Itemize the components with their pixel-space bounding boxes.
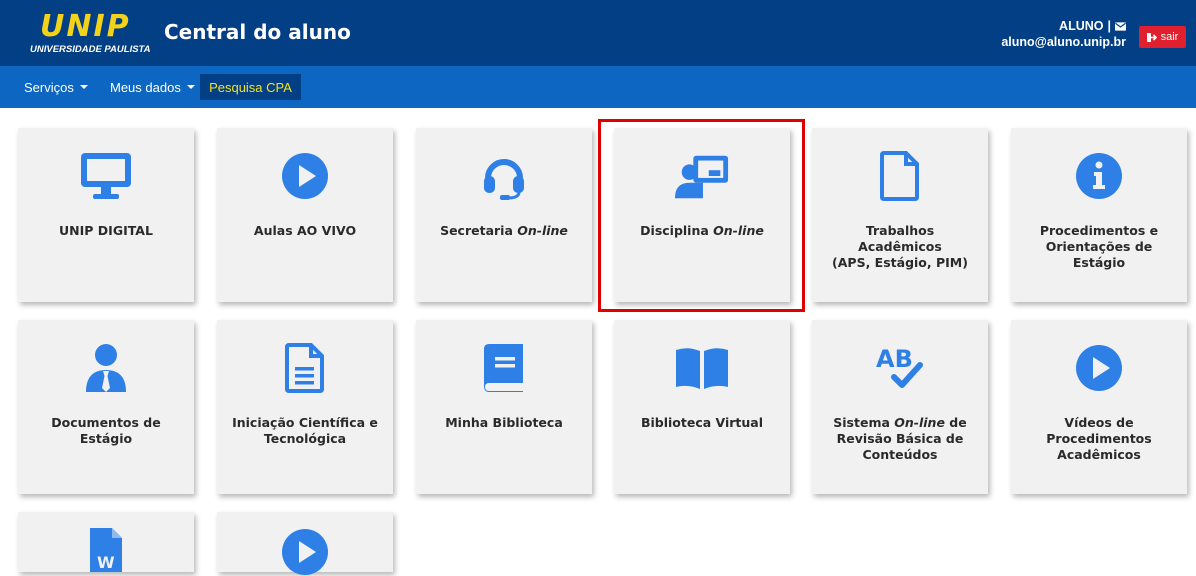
- label-line: Documentos de: [51, 415, 161, 430]
- tile-unip-digital[interactable]: UNIP DIGITAL: [18, 128, 194, 302]
- tile-label: Minha Biblioteca: [445, 415, 563, 430]
- info-icon: [1071, 148, 1127, 204]
- tile-label: Secretaria On-line: [424, 223, 584, 239]
- user-name: ALUNO: [1059, 19, 1104, 33]
- user-info: ALUNO | aluno@aluno.unip.br: [1001, 18, 1126, 50]
- headset-icon: [476, 148, 532, 204]
- tile-label: Biblioteca Virtual: [640, 415, 764, 430]
- tile-label: Vídeos de Procedimentos Acadêmicos: [1019, 415, 1179, 463]
- logout-label: sair: [1160, 31, 1179, 43]
- play-icon: [277, 528, 333, 575]
- tile-biblioteca-virtual[interactable]: Biblioteca Virtual: [614, 320, 790, 494]
- label-text: Sistema: [833, 415, 895, 430]
- tile-minha-biblioteca[interactable]: Minha Biblioteca: [416, 320, 592, 494]
- nav-servicos[interactable]: Serviços: [24, 66, 88, 108]
- tile-iniciacao-cientifica[interactable]: Iniciação Científica e Tecnológica: [217, 320, 393, 494]
- nav-item-label: Serviços: [24, 79, 74, 95]
- tile-documentos-estagio[interactable]: Documentos de Estágio: [18, 320, 194, 494]
- tile-label: Documentos de Estágio: [26, 415, 186, 447]
- svg-text:W: W: [97, 553, 115, 572]
- label-line: Iniciação Científica e: [232, 415, 378, 430]
- label-text: de: [944, 415, 967, 430]
- nav-item-label: Meus dados: [110, 79, 181, 95]
- tile-label: Sistema On-line de Revisão Básica de Con…: [820, 415, 980, 463]
- separator: |: [1107, 19, 1112, 33]
- label-line: Conteúdos: [862, 447, 938, 462]
- label-text: Disciplina: [640, 223, 714, 238]
- caret-down-icon: [186, 85, 195, 89]
- nav-pesquisa-cpa[interactable]: Pesquisa CPA: [200, 74, 301, 100]
- play-icon: [1071, 340, 1127, 396]
- label-line: Estágio: [1072, 255, 1126, 270]
- svg-text:AB: AB: [876, 345, 913, 373]
- top-header: UNIP UNIVERSIDADE PAULISTA Central do al…: [0, 0, 1196, 66]
- nav-item-label: Pesquisa CPA: [209, 79, 292, 95]
- sign-out-icon: [1146, 32, 1157, 42]
- tile-label: UNIP DIGITAL: [59, 223, 153, 238]
- nav-meus-dados[interactable]: Meus dados: [110, 66, 195, 108]
- tile-label: Aulas AO VIVO: [253, 223, 357, 238]
- tile-trabalhos-academicos[interactable]: Trabalhos Acadêmicos (APS, Estágio, PIM): [812, 128, 988, 302]
- logo-subtitle: UNIVERSIDADE PAULISTA: [30, 44, 151, 55]
- label-text: Secretaria: [440, 223, 518, 238]
- tile-label: Trabalhos Acadêmicos (APS, Estágio, PIM): [820, 223, 980, 271]
- user-email: aluno@aluno.unip.br: [1001, 35, 1126, 49]
- tile-disciplina-online[interactable]: Disciplina On-line: [614, 128, 790, 302]
- label-line: Procedimentos: [1046, 431, 1152, 446]
- book-icon: [476, 340, 532, 396]
- label-line: Vídeos de: [1064, 415, 1134, 430]
- envelope-icon[interactable]: [1115, 21, 1126, 31]
- teacher-board-icon: [674, 148, 730, 204]
- logout-button[interactable]: sair: [1139, 26, 1186, 48]
- tile-procedimentos-orientacoes[interactable]: Procedimentos e Orientações de Estágio: [1011, 128, 1187, 302]
- document-icon: [277, 340, 333, 396]
- label-line: Acadêmicos: [1057, 447, 1141, 462]
- tile-video[interactable]: [217, 512, 393, 575]
- label-italic: On-line: [894, 415, 945, 430]
- tile-aulas-ao-vivo[interactable]: Aulas AO VIVO: [217, 128, 393, 302]
- open-book-icon: [674, 340, 730, 396]
- page-title: Central do aluno: [164, 20, 351, 44]
- tile-label: Procedimentos e Orientações de Estágio: [1019, 223, 1179, 271]
- label-line: Revisão Básica de: [836, 431, 964, 446]
- label-line: Estágio: [79, 431, 133, 446]
- label-line: (APS, Estágio, PIM): [832, 255, 968, 270]
- label-line: Procedimentos e: [1039, 223, 1159, 238]
- label-line: Sistema On-line de: [820, 415, 980, 431]
- monitor-icon: [78, 148, 134, 204]
- caret-down-icon: [79, 85, 88, 89]
- main-nav: Serviços Meus dados Pesquisa CPA: [0, 66, 1196, 108]
- label-line: Trabalhos: [865, 223, 935, 238]
- label-line: Tecnológica: [263, 431, 347, 446]
- tile-word-document[interactable]: W: [18, 512, 194, 572]
- user-tie-icon: [78, 340, 134, 396]
- tile-label: Disciplina On-line: [622, 223, 782, 239]
- tile-videos-procedimentos[interactable]: Vídeos de Procedimentos Acadêmicos: [1011, 320, 1187, 494]
- word-file-icon: W: [78, 526, 134, 572]
- file-icon: [872, 148, 928, 204]
- label-italic: On-line: [517, 223, 568, 238]
- label-line: Orientações de: [1045, 239, 1153, 254]
- play-icon: [277, 148, 333, 204]
- label-italic: On-line: [713, 223, 764, 238]
- logo-text: UNIP: [40, 9, 131, 44]
- spellcheck-icon: AB: [872, 340, 928, 396]
- tile-secretaria-online[interactable]: Secretaria On-line: [416, 128, 592, 302]
- unip-logo[interactable]: UNIP UNIVERSIDADE PAULISTA: [28, 10, 158, 58]
- tile-sistema-revisao[interactable]: AB Sistema On-line de Revisão Básica de …: [812, 320, 988, 494]
- tile-label: Iniciação Científica e Tecnológica: [225, 415, 385, 447]
- label-line: Acadêmicos: [858, 239, 942, 254]
